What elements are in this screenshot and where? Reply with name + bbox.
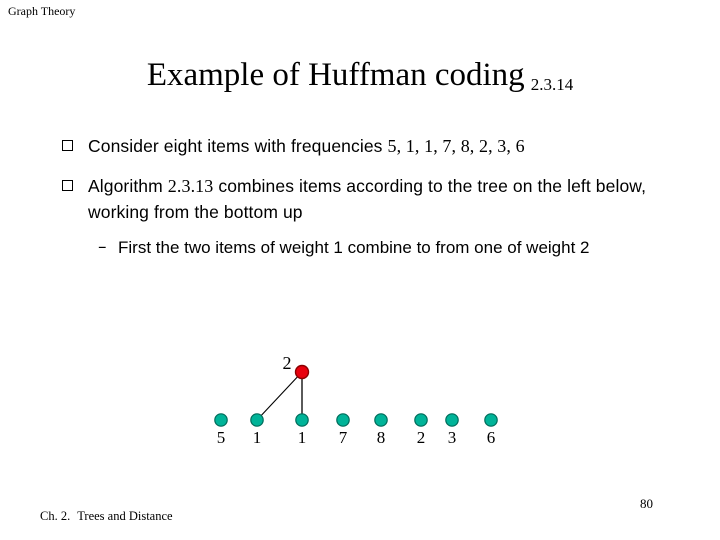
slide-header: Graph Theory bbox=[8, 4, 76, 18]
leaf-node bbox=[336, 413, 350, 427]
leaf-node bbox=[445, 413, 459, 427]
bullet-item: Algorithm 2.3.13 combines items accordin… bbox=[62, 173, 662, 225]
huffman-tree-diagram: 2 5 1 1 7 8 2 3 6 bbox=[190, 352, 530, 460]
leaf-node-label: 7 bbox=[339, 428, 348, 447]
leaf-node-label: 1 bbox=[253, 428, 262, 447]
sub-bullet-text: First the two items of weight 1 combine … bbox=[118, 238, 590, 257]
hollow-square-bullet-icon bbox=[62, 174, 77, 198]
leaf-node bbox=[374, 413, 388, 427]
leaf-node-label: 2 bbox=[417, 428, 426, 447]
leaf-node bbox=[414, 413, 428, 427]
body-content: Consider eight items with frequencies 5,… bbox=[62, 133, 662, 260]
dash-bullet-icon: – bbox=[98, 237, 107, 257]
page-title: Example of Huffman coding 2.3.14 bbox=[0, 55, 720, 100]
page-number: 80 bbox=[640, 496, 653, 511]
footer-chapter-number: Ch. 2. bbox=[40, 509, 71, 523]
footer-chapter-title: Trees and Distance bbox=[77, 509, 173, 523]
title-text: Example of Huffman coding bbox=[146, 57, 525, 93]
hollow-square-bullet-icon bbox=[62, 134, 77, 158]
bullet-text-before: Algorithm bbox=[88, 176, 168, 196]
bullet-text-before: Consider eight items with frequencies bbox=[88, 136, 388, 156]
leaf-node-label: 8 bbox=[377, 428, 386, 447]
footer-chapter: Ch. 2. Trees and Distance bbox=[40, 509, 173, 524]
leaf-node bbox=[484, 413, 498, 427]
leaf-node-label: 6 bbox=[487, 428, 496, 447]
leaf-node-label: 1 bbox=[298, 428, 307, 447]
title-reference: 2.3.14 bbox=[530, 75, 574, 94]
leaf-node-label: 3 bbox=[448, 428, 457, 447]
bullet-numbers: 5, 1, 1, 7, 8, 2, 3, 6 bbox=[387, 136, 525, 156]
internal-node-label: 2 bbox=[283, 353, 292, 373]
leaf-node bbox=[295, 413, 309, 427]
leaf-node bbox=[214, 413, 228, 427]
internal-node-red bbox=[294, 364, 310, 380]
tree-edge bbox=[256, 371, 303, 421]
slide: Graph Theory Example of Huffman coding 2.… bbox=[0, 0, 720, 540]
leaf-node-label: 5 bbox=[217, 428, 226, 447]
bullet-numbers: 2.3.13 bbox=[167, 176, 214, 196]
sub-bullet-item: – First the two items of weight 1 combin… bbox=[98, 235, 662, 260]
leaf-node bbox=[250, 413, 264, 427]
bullet-item: Consider eight items with frequencies 5,… bbox=[62, 133, 662, 159]
